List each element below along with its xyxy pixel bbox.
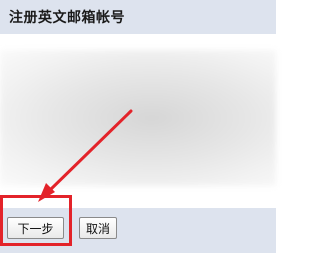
- dialog-header: 注册英文邮箱帐号: [0, 0, 276, 34]
- next-step-button[interactable]: 下一步: [7, 217, 64, 239]
- content-area: [0, 34, 276, 208]
- blurred-content: [0, 50, 276, 186]
- page-title: 注册英文邮箱帐号: [9, 10, 125, 26]
- button-bar: 下一步 取消: [0, 208, 276, 253]
- cancel-button[interactable]: 取消: [79, 217, 117, 239]
